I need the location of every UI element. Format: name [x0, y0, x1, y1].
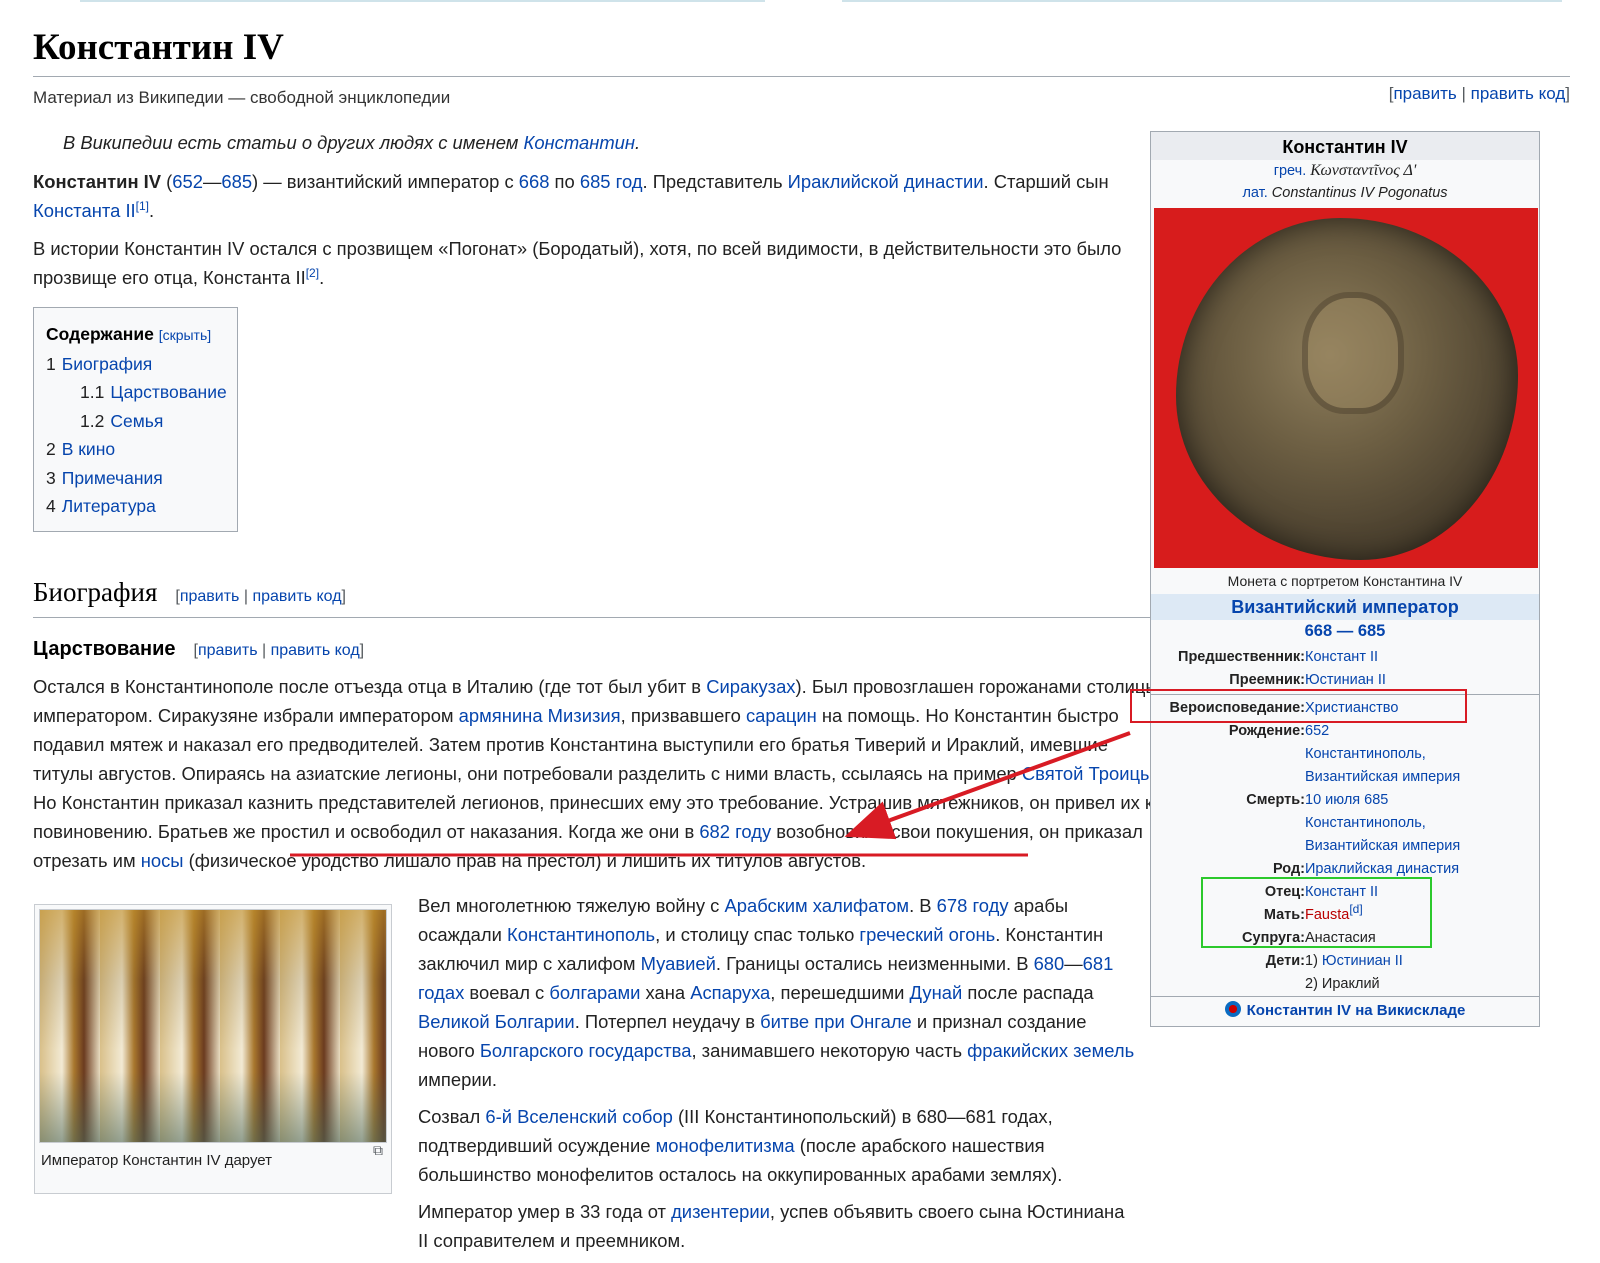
predecessor-link[interactable]: Констант II — [1305, 646, 1539, 669]
link-holy-trinity[interactable]: Святой Троицы — [1022, 763, 1153, 784]
section-edit-links: [править | править код] — [175, 587, 346, 605]
top-border-right — [842, 0, 1562, 2]
link-asparukh[interactable]: Аспаруха — [690, 982, 770, 1003]
death-empire-link[interactable]: Византийская империя — [1305, 838, 1460, 854]
image-thumbnail[interactable]: Император Константин IV дарует ⧉ — [34, 904, 392, 1194]
year-668-link[interactable]: 668 — [519, 171, 550, 192]
section-heading-biography: Биография [править | править код] — [33, 574, 1168, 618]
infobox-row-children: Дети: 1) Юстиниан II 2) Ираклий — [1265, 953, 1403, 992]
birth-place-link[interactable]: Константинополь, — [1305, 746, 1426, 762]
link-arab-caliphate[interactable]: Арабским халифатом — [724, 895, 909, 916]
commons-link[interactable]: Константин IV на Викискладе — [1247, 1002, 1466, 1019]
reign-paragraph-2: Вел многолетнюю тяжелую войну с Арабским… — [418, 895, 1135, 1090]
top-edit-links: [править | править код] — [1388, 84, 1570, 103]
subsection-edit-links: [править | править код] — [193, 641, 365, 659]
link-sixth-council[interactable]: 6-й Вселенский собор — [485, 1106, 672, 1127]
infobox-title: Константин IV — [1151, 132, 1539, 160]
reign-paragraph-1: Остался в Константинополе после отъезда … — [33, 675, 1159, 871]
infobox-reign-years[interactable]: 668 — 685 — [1151, 620, 1539, 646]
edit-code-link[interactable]: править код — [1471, 84, 1566, 103]
coin-image[interactable] — [1154, 208, 1538, 568]
hatnote-link[interactable]: Константин — [523, 132, 635, 153]
reign-paragraph-4: Император умер в 33 года от дизентерии, … — [418, 1201, 1125, 1251]
subsection-edit-code-link[interactable]: править код — [271, 642, 360, 659]
coin-caption: Монета с портретом Константина IV — [1227, 573, 1463, 589]
link-bulgars[interactable]: болгарами — [549, 982, 640, 1003]
birth-year-link[interactable]: 652 — [172, 171, 203, 192]
link-noses[interactable]: носы — [141, 850, 184, 871]
annotation-red-box — [1130, 689, 1467, 723]
subsection-heading-reign: Царствование [править | править код] — [33, 637, 365, 660]
link-greek-fire[interactable]: греческий огонь — [859, 924, 995, 945]
page-title: Константин IV — [33, 24, 1570, 77]
page-subtitle: Материал из Википедии — свободной энцикл… — [33, 88, 451, 107]
section-edit-code-link[interactable]: править код — [252, 588, 341, 605]
annotation-green-box — [1201, 877, 1432, 948]
thumbnail-caption: Император Константин IV дарует — [41, 1152, 273, 1169]
link-old-great-bulgaria[interactable]: Великой Болгарии — [418, 1011, 575, 1032]
toc-header: Содержание [скрыть] — [46, 324, 212, 344]
link-saracens[interactable]: сарацин — [746, 705, 817, 726]
year-685-link[interactable]: 685 год — [580, 171, 643, 192]
mosaic-image[interactable] — [39, 909, 387, 1143]
enlarge-icon[interactable]: ⧉ — [373, 1142, 383, 1159]
wikimedia-commons-icon — [1224, 1001, 1241, 1017]
reign-text-column: Вел многолетнюю тяжелую войну с Арабским… — [418, 891, 1138, 1263]
commons-link-row: Константин IV на Викискладе — [1151, 996, 1539, 1026]
toc-item-family[interactable]: 1.2 Семья — [46, 407, 227, 436]
link-danube[interactable]: Дунай — [910, 982, 963, 1003]
toc-item-reign[interactable]: 1.1 Царствование — [46, 378, 227, 407]
infobox-row-predecessor: Предшественник: Констант II — [1151, 646, 1539, 669]
toc-hide-link[interactable]: [скрыть] — [159, 327, 211, 343]
article-content: В Википедии есть статьи о других людях с… — [33, 128, 1168, 884]
birth-year-infobox-link[interactable]: 652 — [1305, 723, 1329, 739]
reference-2[interactable]: [2] — [306, 266, 319, 280]
child-justinian-link[interactable]: Юстиниан II — [1322, 953, 1403, 969]
link-muawiya[interactable]: Муавией — [641, 953, 716, 974]
birth-empire-link[interactable]: Византийская империя — [1305, 769, 1460, 785]
link-mizizios[interactable]: Мизизия — [548, 705, 621, 726]
link-battle-of-ongal[interactable]: битве при Онгале — [760, 1011, 912, 1032]
infobox-office-header[interactable]: Византийский император — [1151, 594, 1539, 620]
father-link[interactable]: Константа II — [33, 200, 136, 221]
infobox-row-death: Смерть: 10 июля 685 Константинополь, Визант… — [1246, 792, 1461, 854]
link-bulgarian-state[interactable]: Болгарского государства — [480, 1040, 692, 1061]
table-of-contents: Содержание [скрыть] 1 Биография 1.1 Царств… — [33, 307, 238, 532]
toc-item-literature[interactable]: 4 Литература — [46, 492, 227, 521]
subsection-edit-link[interactable]: править — [198, 642, 258, 659]
infobox-row-birth: Рождение: 652 Константинополь, Византийская… — [1228, 723, 1461, 785]
link-year-682[interactable]: 682 году — [699, 821, 771, 842]
infobox-greek-name: греч. Κωνσταντῖνος Δ' — [1273, 162, 1417, 179]
toc-item-biography[interactable]: 1 Биография — [46, 350, 227, 379]
toc-item-notes[interactable]: 3 Примечания — [46, 464, 227, 493]
intro-paragraph-2: В истории Константин IV остался с прозви… — [33, 238, 1122, 288]
reference-1[interactable]: [1] — [136, 199, 149, 213]
death-date-link[interactable]: 10 июля 685 — [1305, 792, 1388, 808]
toc-item-in-film[interactable]: 2В кино — [46, 435, 227, 464]
link-syracuse[interactable]: Сиракузах — [706, 676, 795, 697]
hatnote: В Википедии есть статьи о других людях с… — [63, 132, 641, 153]
death-place-link[interactable]: Константинополь, — [1305, 815, 1426, 831]
link-year-678[interactable]: 678 году — [937, 895, 1009, 916]
link-dysentery[interactable]: дизентерии — [671, 1201, 770, 1222]
link-constantinople[interactable]: Константинополь — [507, 924, 655, 945]
link-monothelitism[interactable]: монофелитизма — [656, 1135, 795, 1156]
edit-link[interactable]: править — [1393, 84, 1456, 103]
section-edit-link[interactable]: править — [180, 588, 240, 605]
infobox-latin-name: лат. Constantinus IV Pogonatus — [1242, 185, 1448, 201]
death-year-link[interactable]: 685 — [221, 171, 252, 192]
intro-paragraph-1: Константин IV (652—685) — византийский и… — [33, 171, 1109, 221]
link-armenian[interactable]: армянина — [459, 705, 543, 726]
top-border-left — [80, 0, 765, 2]
reign-paragraph-3: Созвал 6-й Вселенский собор (III Констан… — [418, 1106, 1063, 1185]
link-year-680[interactable]: 680 — [1034, 953, 1065, 974]
dynasty-link[interactable]: Ираклийской династии — [788, 171, 984, 192]
link-thracian-lands[interactable]: фракийских земель — [967, 1040, 1134, 1061]
